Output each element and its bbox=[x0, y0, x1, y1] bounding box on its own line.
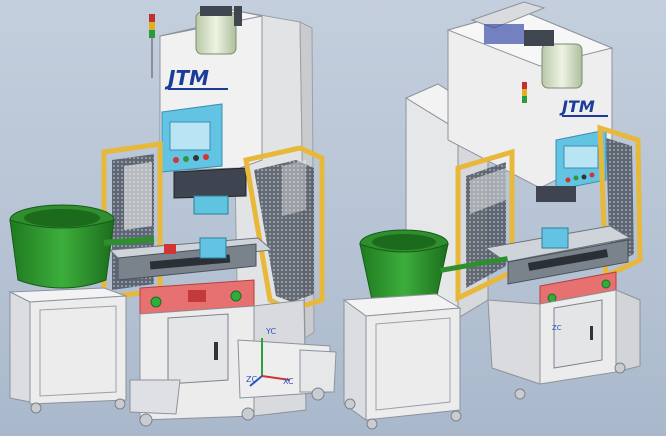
left-servo-cylinder bbox=[195, 6, 242, 55]
right-axis-z-label: ZC bbox=[552, 324, 562, 332]
left-panel-button-red bbox=[173, 157, 179, 163]
left-axis-x-label: XC bbox=[283, 377, 294, 386]
right-fixture bbox=[541, 227, 569, 249]
cad-render-canvas: JTM YC XC ZC JTM ZC bbox=[0, 0, 666, 436]
left-hmi-screen bbox=[169, 121, 211, 151]
left-cabinet-door bbox=[167, 313, 229, 385]
right-signal-tower bbox=[522, 82, 527, 103]
right-hmi-screen bbox=[563, 145, 599, 169]
left-feeder-stand bbox=[8, 287, 127, 414]
right-press-ram bbox=[536, 186, 576, 202]
left-start-button-2 bbox=[230, 290, 242, 302]
right-start-button-2 bbox=[601, 279, 611, 289]
right-press-machine: JTM ZC bbox=[342, 1, 643, 430]
left-press-ram bbox=[173, 167, 247, 199]
left-axis-z-label: ZC bbox=[246, 375, 257, 384]
left-signal-tower bbox=[149, 14, 155, 78]
left-start-button-1 bbox=[150, 296, 162, 308]
left-logo-text: JTM bbox=[164, 66, 209, 90]
left-axis-y-label: YC bbox=[265, 327, 276, 336]
left-press-machine: JTM YC XC ZC bbox=[8, 6, 337, 427]
right-logo-text: JTM bbox=[559, 97, 595, 116]
right-feeder-stand bbox=[342, 293, 462, 430]
scene-svg: JTM YC XC ZC JTM ZC bbox=[8, 1, 643, 430]
left-panel-button-green bbox=[183, 156, 189, 162]
left-control-panel bbox=[161, 103, 223, 173]
left-panel-button-black bbox=[193, 155, 199, 161]
right-cabinet-door bbox=[553, 299, 603, 369]
left-fixture bbox=[199, 237, 227, 259]
left-press-tool bbox=[193, 195, 229, 215]
